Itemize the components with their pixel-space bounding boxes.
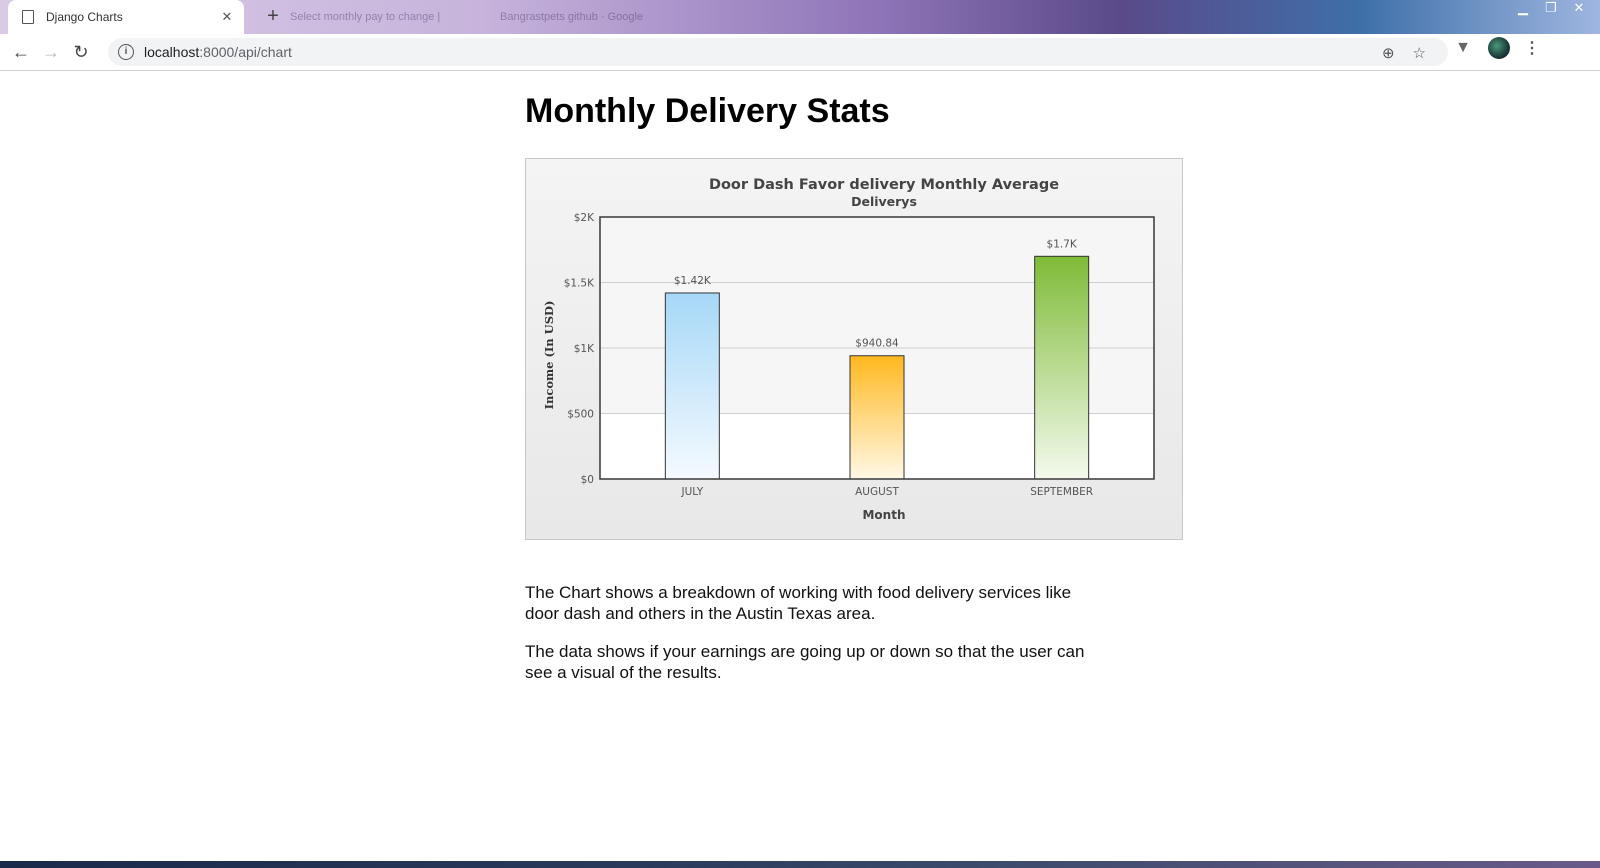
data-label: $1.42K bbox=[674, 275, 712, 287]
y-axis-label: Income (In USD) bbox=[542, 301, 556, 410]
chart-title: Door Dash Favor delivery Monthly Average bbox=[709, 177, 1059, 193]
bar-chart: Door Dash Favor delivery Monthly Average… bbox=[542, 177, 1155, 522]
chart-container: Door Dash Favor delivery Monthly Average… bbox=[525, 158, 1183, 540]
y-tick-label: $500 bbox=[567, 409, 594, 421]
omnibox-actions: ⊕ ☆ bbox=[1382, 44, 1426, 62]
minimize-icon[interactable]: ▁ bbox=[1516, 0, 1530, 18]
avatar[interactable] bbox=[1488, 37, 1510, 59]
x-tick-label: AUGUST bbox=[855, 486, 899, 498]
reload-icon[interactable]: ↻ bbox=[66, 37, 96, 67]
page-icon bbox=[22, 10, 34, 24]
description-paragraph-2: The data shows if your earnings are goin… bbox=[525, 642, 1085, 682]
chart-subtitle: Deliverys bbox=[851, 194, 917, 209]
browser-toolbar: ← → ↻ i localhost:8000/api/chart ⊕ ☆ ▼ ⋮ bbox=[0, 34, 1600, 71]
url-path: :8000/api/chart bbox=[199, 44, 292, 60]
extension-icon[interactable]: ▼ bbox=[1452, 37, 1474, 59]
new-tab-button[interactable]: + bbox=[262, 5, 284, 27]
tab-title: Bangrastpets github · Google bbox=[500, 11, 644, 23]
restore-icon[interactable]: ❐ bbox=[1544, 0, 1558, 18]
data-label: $1.7K bbox=[1047, 238, 1078, 250]
close-icon[interactable]: ✕ bbox=[220, 9, 234, 25]
bar-september bbox=[1034, 255, 1090, 480]
bar-august bbox=[849, 355, 905, 480]
zoom-icon[interactable]: ⊕ bbox=[1382, 44, 1395, 62]
forward-arrow-icon[interactable]: → bbox=[36, 37, 66, 67]
info-icon[interactable]: i bbox=[118, 44, 134, 60]
x-axis-label: Month bbox=[862, 508, 905, 522]
description-paragraph-1: The Chart shows a breakdown of working w… bbox=[525, 583, 1072, 623]
address-bar[interactable]: i localhost:8000/api/chart ⊕ ☆ bbox=[108, 38, 1448, 66]
browser-tab-strip: Django Charts ✕ + Select monthly pay to … bbox=[0, 0, 1600, 34]
y-tick-label: $2K bbox=[574, 212, 595, 224]
x-tick-label: JULY bbox=[681, 486, 704, 498]
url-host: localhost bbox=[144, 44, 200, 60]
page-title: Monthly Delivery Stats bbox=[525, 92, 890, 130]
window-controls: ▁ ❐ ✕ bbox=[1516, 0, 1586, 18]
tab-title: Select monthly pay to change | bbox=[290, 11, 441, 23]
tab-django-charts[interactable]: Django Charts ✕ bbox=[8, 0, 244, 34]
menu-icon[interactable]: ⋮ bbox=[1524, 38, 1540, 58]
plot-area: $0 $500 $1K $1.5K $2K $1.42K JULY $940.84 AUGUST… bbox=[564, 212, 1155, 498]
close-window-icon[interactable]: ✕ bbox=[1572, 0, 1586, 18]
url-text[interactable]: localhost:8000/api/chart bbox=[144, 44, 292, 60]
tab-github[interactable]: Bangrastpets github · Google bbox=[500, 0, 720, 34]
tab-select-monthly-pay[interactable]: Select monthly pay to change | bbox=[290, 0, 480, 34]
data-label: $940.84 bbox=[855, 338, 899, 350]
y-tick-label: $1K bbox=[574, 343, 595, 355]
x-tick-label: SEPTEMBER bbox=[1030, 486, 1093, 498]
back-arrow-icon[interactable]: ← bbox=[6, 37, 36, 67]
y-tick-label: $0 bbox=[581, 474, 594, 486]
y-tick-label: $1.5K bbox=[564, 278, 595, 290]
star-icon[interactable]: ☆ bbox=[1413, 44, 1426, 62]
os-taskbar bbox=[0, 861, 1600, 868]
toolbar-right: ▼ ⋮ bbox=[1452, 37, 1540, 59]
bar-july bbox=[664, 292, 720, 480]
tab-title: Django Charts bbox=[46, 10, 123, 24]
